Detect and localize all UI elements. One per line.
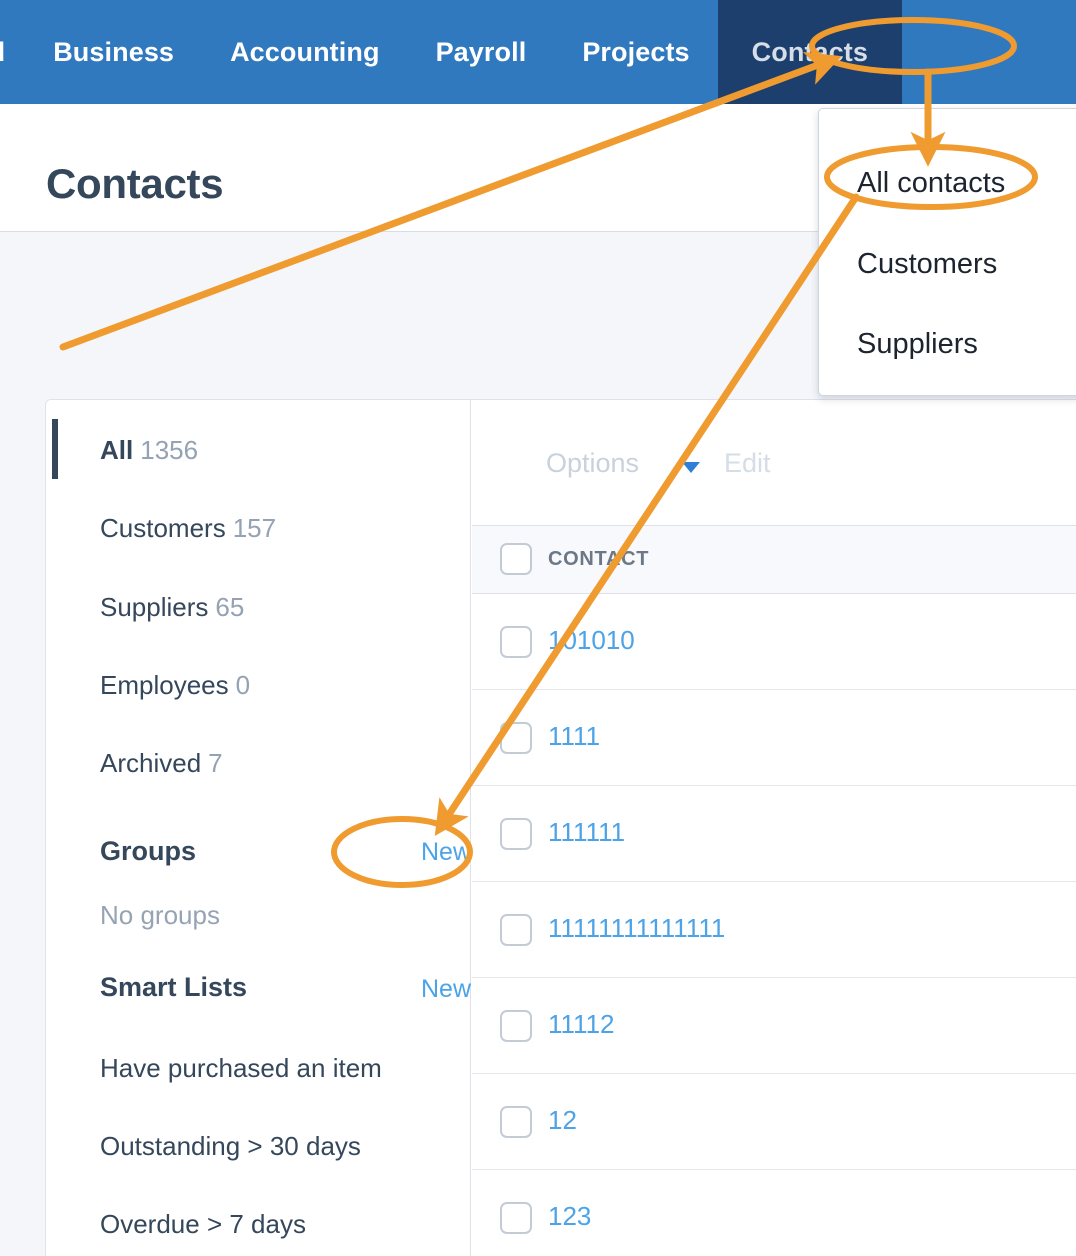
sidebar-item-label: Employees [100, 670, 229, 700]
smart-list-item-have-purchased[interactable]: Have purchased an item [100, 1053, 382, 1084]
nav-item-label: Payroll [435, 36, 527, 67]
row-checkbox[interactable] [500, 626, 532, 658]
sidebar-item-count: 65 [215, 592, 245, 622]
contacts-card: All 1356 Customers 157 Suppliers 65 Employe… [45, 399, 1076, 1256]
contacts-toolbar: Options Edit [472, 400, 1076, 526]
app-root: rd Business Accounting Payroll Projects … [0, 0, 1076, 1256]
nav-item-label: Business [53, 36, 175, 67]
nav-item-contacts[interactable]: Contacts [717, 0, 902, 104]
smart-lists-new-link[interactable]: New [421, 975, 471, 1004]
sidebar-item-archived[interactable]: Archived 7 [100, 748, 223, 779]
contact-link[interactable]: 111111 [548, 817, 625, 848]
nav-item-accounting[interactable]: Accounting [202, 0, 408, 104]
row-checkbox[interactable] [500, 1010, 532, 1042]
column-header-contact: CONTACT [548, 548, 650, 570]
contact-link[interactable]: 11112 [548, 1009, 615, 1040]
sidebar-item-count: 157 [232, 513, 277, 543]
table-row[interactable]: 123 [472, 1170, 1076, 1256]
nav-item-dashboard[interactable]: rd [0, 0, 25, 104]
table-row[interactable]: 12 [472, 1074, 1076, 1170]
select-all-checkbox[interactable] [500, 543, 532, 575]
contacts-main-panel: Options Edit CONTACT 101010 1111 111111 [472, 400, 1076, 1256]
table-header-row: CONTACT [472, 526, 1076, 594]
sidebar-item-label: Suppliers [100, 592, 209, 622]
groups-empty-text: No groups [100, 900, 220, 930]
sidebar-item-customers[interactable]: Customers 157 [100, 513, 276, 544]
dropdown-item-customers[interactable]: Customers [857, 248, 997, 281]
row-checkbox[interactable] [500, 914, 532, 946]
nav-item-label: Contacts [751, 36, 868, 67]
row-checkbox[interactable] [500, 1202, 532, 1234]
sidebar-item-suppliers[interactable]: Suppliers 65 [100, 592, 244, 623]
table-row[interactable]: 11112 [472, 978, 1076, 1074]
table-row[interactable]: 1111 [472, 690, 1076, 786]
contact-link[interactable]: 1111 [548, 721, 600, 752]
contact-link[interactable]: 101010 [548, 625, 635, 656]
nav-item-payroll[interactable]: Payroll [408, 0, 555, 104]
table-row[interactable]: 111111 [472, 786, 1076, 882]
table-row[interactable]: 101010 [472, 594, 1076, 690]
smart-list-item-outstanding-30[interactable]: Outstanding > 30 days [100, 1131, 361, 1162]
sidebar-item-label: Archived [100, 748, 202, 778]
sidebar-item-count: 1356 [140, 435, 199, 465]
smart-list-item-overdue-7[interactable]: Overdue > 7 days [100, 1209, 306, 1240]
sidebar-item-label: Customers [100, 513, 226, 543]
chevron-down-icon[interactable] [682, 462, 700, 473]
active-filter-indicator [52, 419, 58, 479]
dropdown-item-suppliers[interactable]: Suppliers [857, 328, 978, 361]
edit-button[interactable]: Edit [724, 448, 771, 479]
options-dropdown-button[interactable]: Options [546, 448, 639, 479]
groups-new-link[interactable]: New [421, 838, 471, 867]
sidebar-item-all[interactable]: All 1356 [100, 435, 198, 466]
sidebar-item-count: 0 [235, 670, 251, 700]
dropdown-item-all-contacts[interactable]: All contacts [857, 167, 1005, 200]
row-checkbox[interactable] [500, 1106, 532, 1138]
top-navigation-bar: rd Business Accounting Payroll Projects … [0, 0, 1076, 104]
groups-section-title: Groups [100, 836, 197, 866]
contacts-dropdown-menu: All contacts Customers Suppliers [818, 108, 1076, 396]
nav-item-label: rd [0, 37, 5, 68]
contact-link[interactable]: 123 [548, 1201, 591, 1232]
table-row[interactable]: 11111111111111 [472, 882, 1076, 978]
nav-item-label: Projects [582, 36, 690, 67]
nav-item-projects[interactable]: Projects [554, 0, 717, 104]
page-title: Contacts [46, 160, 224, 207]
sidebar-item-employees[interactable]: Employees 0 [100, 670, 250, 701]
contact-link[interactable]: 12 [548, 1105, 577, 1136]
nav-item-business[interactable]: Business [25, 0, 202, 104]
sidebar-item-count: 7 [208, 748, 223, 778]
smart-lists-section-title: Smart Lists [100, 972, 248, 1002]
row-checkbox[interactable] [500, 818, 532, 850]
sidebar-item-label: All [100, 435, 134, 465]
row-checkbox[interactable] [500, 722, 532, 754]
nav-item-label: Accounting [230, 36, 380, 67]
contacts-sidebar: All 1356 Customers 157 Suppliers 65 Employe… [46, 400, 471, 1256]
contact-link[interactable]: 11111111111111 [548, 913, 725, 944]
